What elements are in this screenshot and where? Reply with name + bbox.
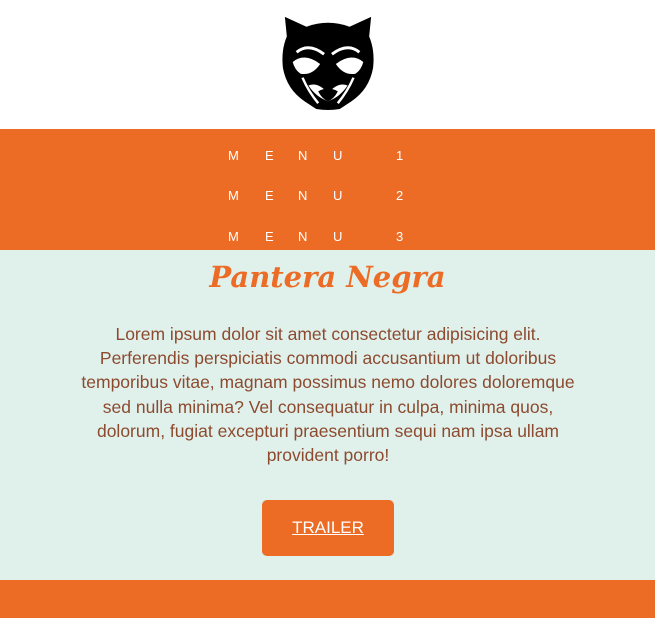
description-text: Lorem ipsum dolor sit amet consectetur a… [81, 324, 575, 466]
menu-item-1[interactable]: MENU1 [228, 138, 408, 163]
panther-head-logo-icon [281, 16, 374, 111]
page-title: Pantera Negra [209, 260, 446, 294]
footer [0, 580, 655, 618]
menu-item-2[interactable]: MENU2 [228, 178, 408, 203]
nav-menu: MENU1 MENU2 MENU3 [0, 129, 655, 250]
trailer-button[interactable]: TRAILER [262, 500, 394, 556]
header [0, 0, 655, 129]
menu-item-3[interactable]: MENU3 [228, 219, 408, 244]
main-content: Pantera Negra Lorem ipsum dolor sit amet… [0, 250, 655, 580]
